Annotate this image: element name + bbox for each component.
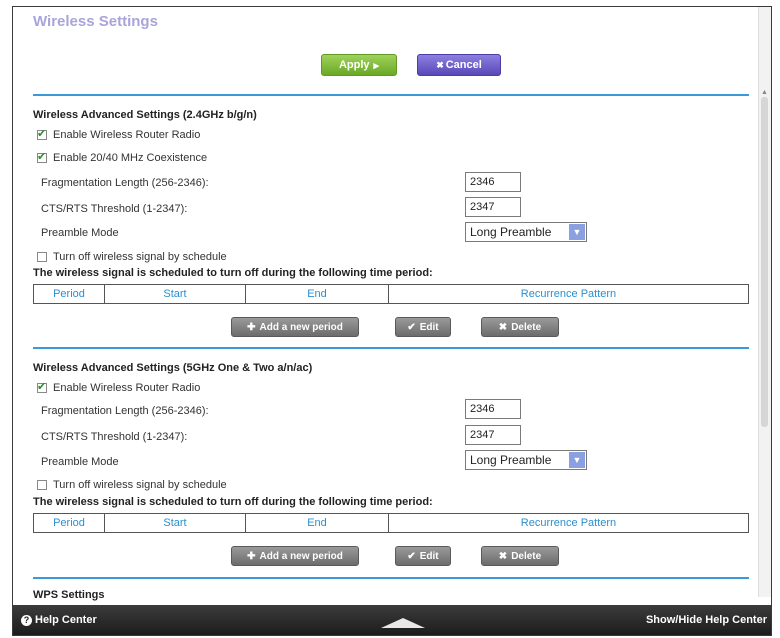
scrollbar-thumb[interactable]	[761, 97, 768, 427]
frag-length-24-label: Fragmentation Length (256-2346):	[41, 177, 209, 189]
enable-radio-24-row: Enable Wireless Router Radio	[37, 127, 201, 141]
add-period-24-label: Add a new period	[259, 321, 343, 333]
schedule-24-note: The wireless signal is scheduled to turn…	[33, 267, 433, 279]
column-header-start: Start	[104, 513, 246, 533]
coexistence-checkbox[interactable]	[37, 150, 47, 163]
schedule-5-note: The wireless signal is scheduled to turn…	[33, 496, 433, 508]
delete-icon: ✖	[498, 550, 508, 562]
add-period-24-button[interactable]: ✚ Add a new period	[231, 317, 359, 337]
delete-5-button[interactable]: ✖ Delete	[481, 546, 559, 566]
preamble-5-label: Preamble Mode	[41, 456, 119, 468]
divider	[33, 577, 749, 579]
preamble-24-label: Preamble Mode	[41, 227, 119, 239]
cancel-label: Cancel	[445, 59, 482, 71]
cancel-button[interactable]: ✖ Cancel	[417, 54, 501, 76]
close-icon: ✖	[436, 59, 444, 70]
column-header-end: End	[245, 284, 389, 304]
help-footer: ? Help Center Show/Hide Help Center	[13, 605, 771, 635]
coexistence-label: Enable 20/40 MHz Coexistence	[53, 152, 208, 164]
scroll-up-icon[interactable]: ▲	[761, 89, 768, 96]
add-period-5-button[interactable]: ✚ Add a new period	[231, 546, 359, 566]
divider	[33, 94, 749, 96]
help-center-label: Help Center	[35, 614, 97, 626]
column-header-end: End	[245, 513, 389, 533]
schedule-5-table: Period Start End Recurrence Pattern	[33, 513, 749, 533]
column-header-start: Start	[104, 284, 246, 304]
schedule-5-row: Turn off wireless signal by schedule	[37, 479, 227, 491]
divider	[33, 347, 749, 349]
column-header-period: Period	[33, 284, 105, 304]
arrow-right-icon: ▸	[373, 59, 380, 72]
apply-button[interactable]: Apply ▸	[321, 54, 397, 76]
delete-icon: ✖	[498, 321, 508, 333]
section-24-title: Wireless Advanced Settings (2.4GHz b/g/n…	[33, 109, 257, 121]
delete-24-button[interactable]: ✖ Delete	[481, 317, 559, 337]
frag-length-5-input[interactable]: 2346	[465, 399, 521, 419]
wps-title: WPS Settings	[33, 589, 105, 601]
add-period-5-label: Add a new period	[259, 550, 343, 562]
rts-threshold-24-input[interactable]: 2347	[465, 197, 521, 217]
column-header-period: Period	[33, 513, 105, 533]
check-icon: ✔	[407, 550, 416, 562]
help-icon: ?	[21, 614, 32, 626]
edit-24-label: Edit	[419, 321, 439, 333]
show-hide-help-link[interactable]: Show/Hide Help Center	[646, 614, 767, 626]
preamble-5-value: Long Preamble	[470, 453, 552, 467]
expand-arrow-icon[interactable]	[381, 618, 425, 628]
preamble-24-select[interactable]: Long Preamble ▼	[465, 222, 587, 242]
apply-label: Apply	[338, 59, 370, 71]
delete-24-label: Delete	[511, 321, 542, 333]
schedule-24-row: Turn off wireless signal by schedule	[37, 251, 227, 263]
frag-length-24-input[interactable]: 2346	[465, 172, 521, 192]
enable-radio-5-label: Enable Wireless Router Radio	[53, 382, 201, 394]
check-icon: ✔	[407, 321, 416, 333]
edit-24-button[interactable]: ✔ Edit	[395, 317, 451, 337]
delete-5-label: Delete	[511, 550, 542, 562]
preamble-24-value: Long Preamble	[470, 225, 552, 239]
schedule-5-label: Turn off wireless signal by schedule	[53, 479, 227, 491]
enable-radio-5-row: Enable Wireless Router Radio	[37, 380, 201, 394]
preamble-5-select[interactable]: Long Preamble ▼	[465, 450, 587, 470]
frag-length-5-label: Fragmentation Length (256-2346):	[41, 405, 209, 417]
rts-threshold-5-label: CTS/RTS Threshold (1-2347):	[41, 431, 188, 443]
schedule-24-label: Turn off wireless signal by schedule	[53, 251, 227, 263]
edit-5-label: Edit	[419, 550, 439, 562]
rts-threshold-5-input[interactable]: 2347	[465, 425, 521, 445]
edit-5-button[interactable]: ✔ Edit	[395, 546, 451, 566]
rts-threshold-24-label: CTS/RTS Threshold (1-2347):	[41, 203, 188, 215]
main-frame: Wireless Settings Apply ▸ ✖ Cancel Wirel…	[12, 6, 772, 636]
coexistence-row: Enable 20/40 MHz Coexistence	[37, 150, 208, 164]
enable-radio-24-label: Enable Wireless Router Radio	[53, 129, 201, 141]
schedule-5-checkbox[interactable]	[37, 480, 47, 490]
column-header-recurrence: Recurrence Pattern	[388, 284, 749, 304]
section-5-title: Wireless Advanced Settings (5GHz One & T…	[33, 362, 313, 374]
enable-radio-24-checkbox[interactable]	[37, 127, 47, 140]
help-center-link[interactable]: ? Help Center	[21, 614, 97, 626]
plus-icon: ✚	[247, 321, 256, 333]
plus-icon: ✚	[247, 550, 256, 562]
chevron-down-icon: ▼	[569, 452, 585, 468]
enable-radio-5-checkbox[interactable]	[37, 380, 47, 393]
scrollbar[interactable]: ▲	[758, 7, 771, 597]
column-header-recurrence: Recurrence Pattern	[388, 513, 749, 533]
chevron-down-icon: ▼	[569, 224, 585, 240]
page-title: Wireless Settings	[33, 13, 158, 30]
schedule-24-table: Period Start End Recurrence Pattern	[33, 284, 749, 304]
schedule-24-checkbox[interactable]	[37, 252, 47, 262]
